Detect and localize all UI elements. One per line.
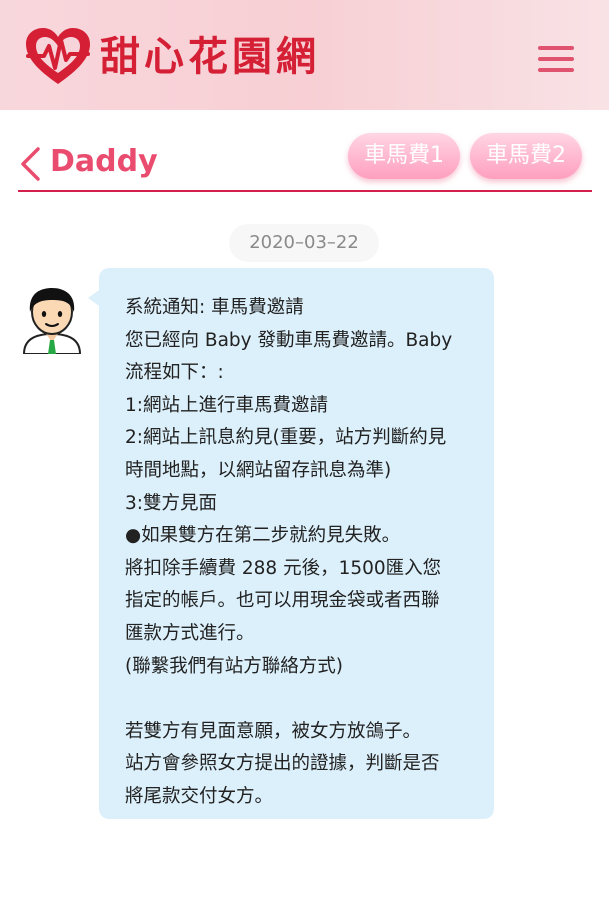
message-line: 您已經向 Baby 發動車馬費邀請。Baby: [125, 329, 453, 351]
hamburger-menu-icon: [538, 46, 574, 50]
message-line: 若雙方有見面意願，被女方放鴿子。: [125, 720, 422, 742]
menu-button[interactable]: [538, 44, 574, 74]
message-line: 1:網站上進行車馬費邀請: [125, 394, 329, 416]
message-line: 將尾款交付女方。: [125, 785, 274, 807]
message-line: 指定的帳戶。也可以用現金袋或者西聯: [125, 590, 440, 612]
site-logo[interactable]: 甜心花園網: [24, 26, 320, 88]
message-line: 將扣除手續費 288 元後，1500匯入您: [125, 557, 442, 579]
message-line: 系統通知: 車馬費邀請: [125, 297, 304, 318]
chevron-left-icon[interactable]: [18, 146, 42, 182]
tab-fee-1[interactable]: 車馬費1: [348, 133, 460, 179]
message-line: 3:雙方見面: [125, 492, 218, 514]
message-line: 站方會參照女方提出的證據，判斷是否: [125, 753, 440, 775]
menu-bar-bottom: [538, 68, 574, 72]
menu-bar-middle: [538, 57, 574, 61]
message-line: ●如果雙方在第二步就約見失敗。: [125, 525, 401, 547]
site-name: 甜心花園網: [100, 34, 320, 80]
message-bubble: 系統通知: 車馬費邀請 您已經向 Baby 發動車馬費邀請。Baby 流程如下：…: [99, 268, 494, 819]
tab-fee-2[interactable]: 車馬費2: [470, 133, 582, 179]
message-line: 匯款方式進行。: [125, 622, 255, 644]
message-line: 時間地點，以網站留存訊息為準): [125, 459, 392, 481]
app-header: 甜心花園網: [0, 0, 609, 110]
heart-pulse-icon: [26, 28, 90, 84]
man-avatar-icon[interactable]: [20, 286, 84, 354]
message-line: 2:網站上訊息約見(重要，站方判斷約見: [125, 427, 447, 449]
message-date: 2020–03–22: [229, 224, 379, 262]
chat-subheader: Daddy 車馬費1 車馬費2: [18, 128, 592, 192]
message-line: (聯繫我們有站方聯絡方式): [125, 655, 343, 677]
message-line: 流程如下：:: [125, 362, 224, 384]
message-line: [125, 683, 474, 716]
partner-name: Daddy: [50, 144, 158, 179]
